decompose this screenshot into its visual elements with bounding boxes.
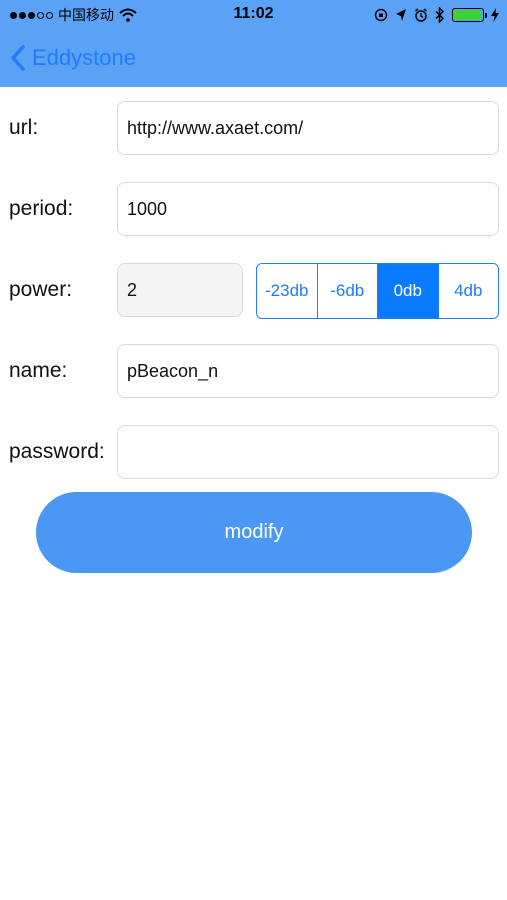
alarm-icon [415, 8, 427, 22]
status-bar: 中国移动 11:02 [0, 0, 507, 30]
power-label: power: [9, 278, 73, 301]
power-segmented-control: -23db -6db 0db 4db [256, 263, 499, 319]
modify-button[interactable]: modify [36, 492, 472, 573]
battery-icon [452, 8, 487, 22]
period-row: period: 1000 [0, 182, 507, 236]
power-option-minus-6db[interactable]: -6db [317, 264, 378, 318]
status-right [374, 6, 499, 24]
url-input[interactable]: http://www.axaet.com/ [117, 101, 499, 155]
battery-level [454, 10, 482, 20]
location-icon [396, 9, 406, 21]
period-value: 1000 [127, 198, 168, 219]
nav-bar: Eddystone [0, 30, 507, 87]
name-label: name: [9, 359, 68, 382]
bluetooth-icon [435, 7, 445, 23]
url-label: url: [9, 116, 39, 139]
power-option-0db[interactable]: 0db [378, 264, 439, 318]
name-value: pBeacon_n [127, 360, 219, 381]
back-label: Eddystone [32, 45, 136, 70]
orientation-lock-icon [374, 8, 388, 22]
password-label: password: [9, 440, 105, 463]
password-row: password: [0, 425, 507, 479]
header: 中国移动 11:02 Eddystone [0, 0, 507, 87]
period-label: period: [9, 197, 74, 220]
power-value: 2 [127, 279, 138, 300]
period-input[interactable]: 1000 [117, 182, 499, 236]
power-option-4db[interactable]: 4db [438, 264, 498, 318]
name-row: name: pBeacon_n [0, 344, 507, 398]
name-input[interactable]: pBeacon_n [117, 344, 499, 398]
power-row: power: 2 -23db -6db 0db 4db [0, 263, 507, 319]
password-input[interactable] [117, 425, 499, 479]
power-option-minus-23db[interactable]: -23db [257, 264, 318, 318]
url-value: http://www.axaet.com/ [127, 117, 304, 138]
screen: 中国移动 11:02 Eddystone url: http://www.axa… [0, 0, 507, 900]
back-button[interactable]: Eddystone [10, 40, 136, 76]
url-row: url: http://www.axaet.com/ [0, 101, 507, 155]
chevron-left-icon [11, 45, 25, 71]
charging-icon [491, 8, 499, 22]
power-input[interactable]: 2 [117, 263, 243, 317]
